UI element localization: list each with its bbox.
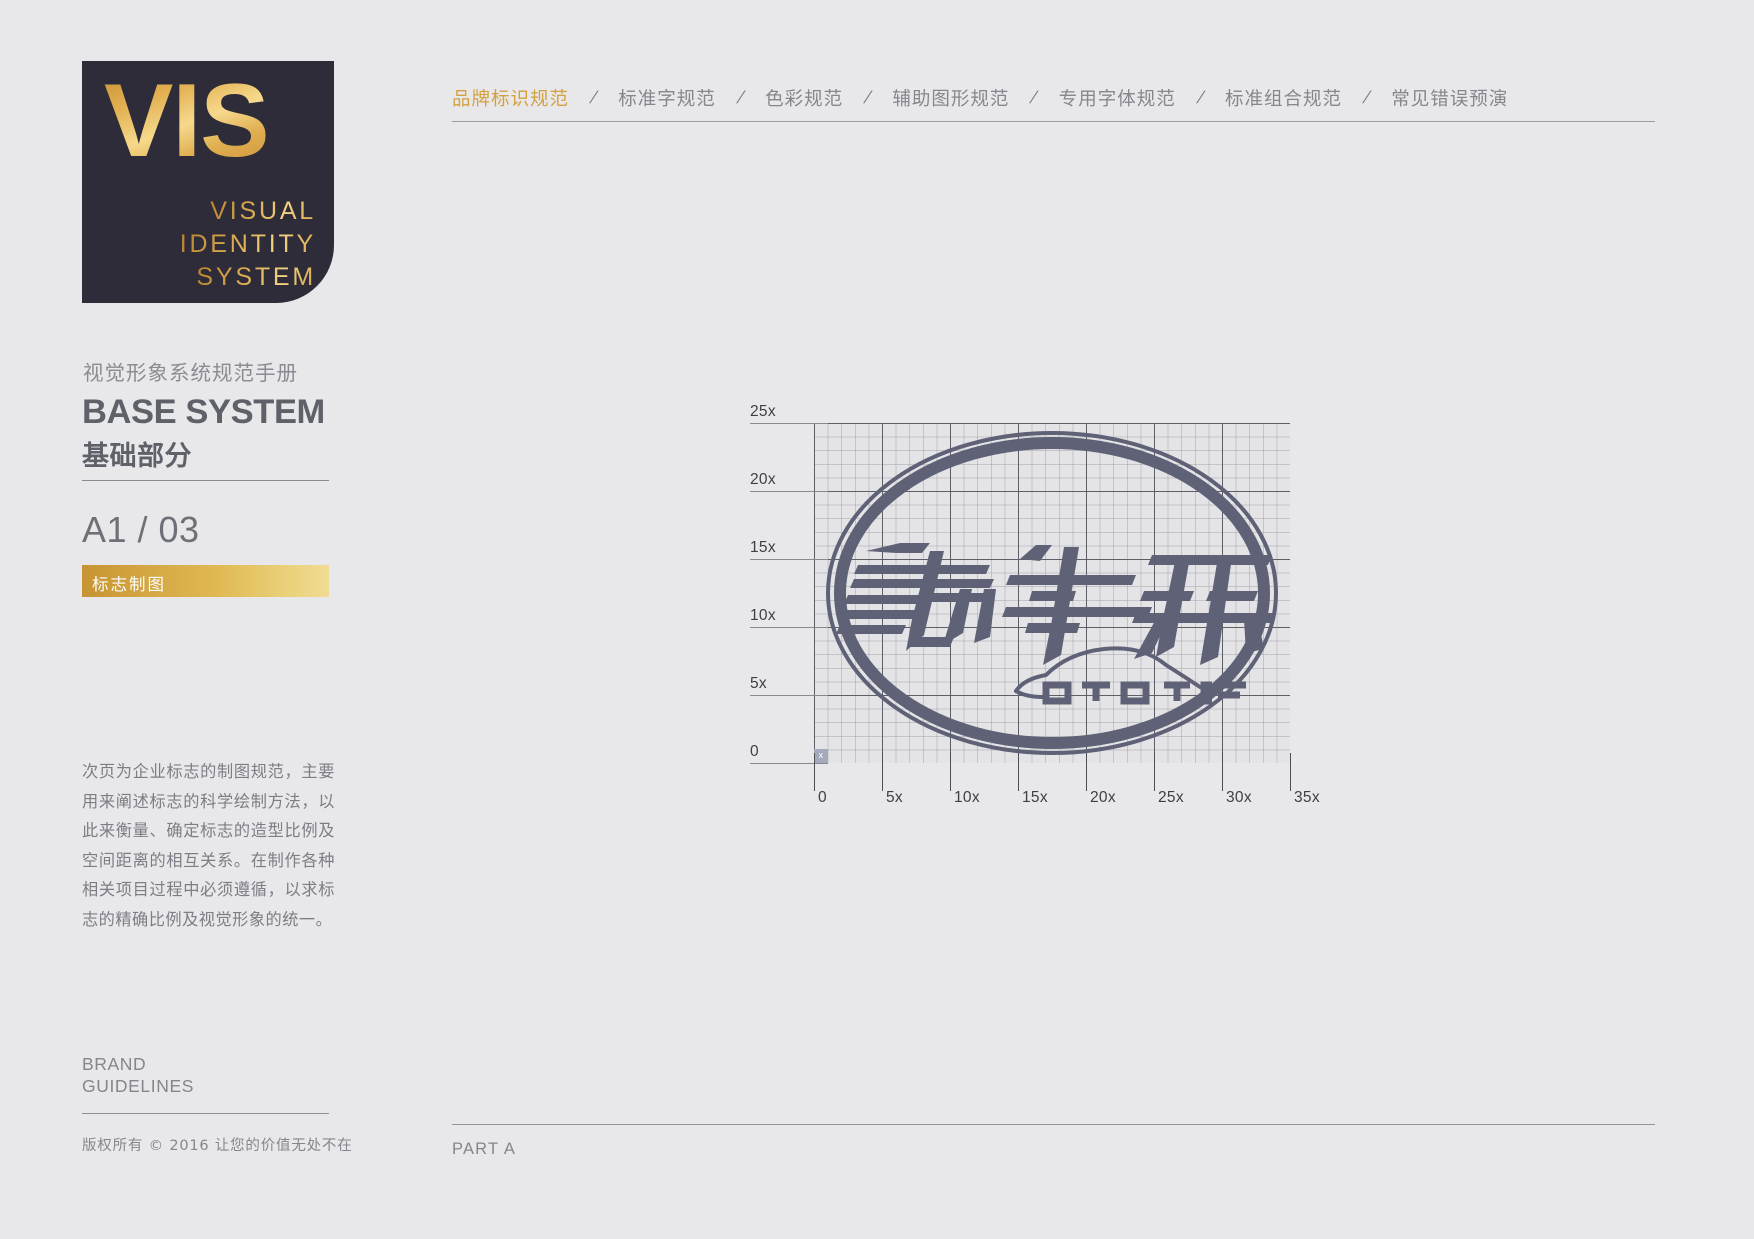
- top-navigation: 品牌标识规范 / 标准字规范 / 色彩规范 / 辅助图形规范 / 专用字体规范 / 标准组合规范 / 常…: [452, 78, 1657, 118]
- y-tick-label: 20x: [750, 471, 776, 488]
- top-navigation-divider: [452, 121, 1655, 122]
- page-code: A1 / 03: [82, 509, 200, 550]
- x-tick-line: [1154, 753, 1155, 791]
- brand-guidelines-label: BRAND GUIDELINES: [82, 1053, 194, 1097]
- y-tick-line: [750, 423, 828, 424]
- nav-separator: /: [1196, 87, 1205, 108]
- vis-badge-sub-system: SYSTEM: [196, 263, 316, 291]
- vis-badge-sub-identity: IDENTITY: [179, 230, 316, 258]
- x-tick-label: 5x: [886, 789, 903, 806]
- sidebar-divider-bottom: [82, 1113, 329, 1114]
- footer-divider: [452, 1124, 1655, 1125]
- x-tick-line: [882, 753, 883, 791]
- x-tick-label: 25x: [1158, 789, 1184, 806]
- x-tick-label: 15x: [1022, 789, 1048, 806]
- nav-item-7[interactable]: 常见错误预演: [1391, 85, 1508, 111]
- manual-label: 视觉形象系统规范手册: [83, 361, 298, 385]
- copyright-text: 版权所有 © 2016 让您的价值无处不在: [82, 1138, 353, 1154]
- x-tick-label: 35x: [1294, 789, 1320, 806]
- logo-construction-diagram: x 0 5x 10x 15x 20x 25x 0 5x 10x 15x 20x 25x 30x 35x: [730, 403, 1350, 825]
- section-title-en: BASE SYSTEM: [82, 393, 325, 431]
- x-tick-line: [1018, 753, 1019, 791]
- y-tick-line: [750, 491, 828, 492]
- nav-item-1[interactable]: 品牌标识规范: [452, 85, 569, 111]
- nav-item-3[interactable]: 色彩规范: [765, 85, 843, 111]
- nav-separator: /: [1362, 87, 1371, 108]
- x-tick-line: [814, 753, 815, 791]
- y-tick-label: 0: [750, 743, 759, 760]
- vis-badge-title: VIS: [104, 63, 270, 179]
- sidebar: VIS VISUAL IDENTITY SYSTEM 视觉形象系统规范手册 BA…: [82, 0, 352, 1239]
- y-tick-line: [750, 559, 828, 560]
- section-title-cn: 基础部分: [82, 441, 192, 472]
- x-tick-line: [1290, 753, 1291, 791]
- unit-cell-marker: x: [814, 749, 828, 763]
- nav-item-2[interactable]: 标准字规范: [618, 85, 716, 111]
- nav-item-4[interactable]: 辅助图形规范: [892, 85, 1009, 111]
- section-description: 次页为企业标志的制图规范，主要用来阐述标志的科学绘制方法，以此来衡量、确定标志的…: [82, 762, 335, 929]
- x-tick-label: 0: [818, 789, 827, 806]
- y-tick-line: [750, 763, 828, 764]
- y-tick-label: 15x: [750, 539, 776, 556]
- vis-logo-badge: VIS VISUAL IDENTITY SYSTEM: [82, 61, 334, 303]
- x-tick-line: [950, 753, 951, 791]
- page-tag-label: 标志制图: [92, 575, 166, 594]
- page-tag-badge: 标志制图: [82, 565, 329, 597]
- y-tick-label: 10x: [750, 607, 776, 624]
- construction-grid: [814, 423, 1290, 763]
- brand-line-1: BRAND: [82, 1054, 147, 1074]
- nav-separator: /: [736, 87, 745, 108]
- nav-item-5[interactable]: 专用字体规范: [1059, 85, 1176, 111]
- y-tick-line: [750, 695, 828, 696]
- x-tick-line: [1222, 753, 1223, 791]
- x-tick-label: 10x: [954, 789, 980, 806]
- y-tick-label: 25x: [750, 403, 776, 420]
- nav-separator: /: [1030, 87, 1039, 108]
- x-tick-label: 20x: [1090, 789, 1116, 806]
- x-tick-line: [1086, 753, 1087, 791]
- nav-separator: /: [589, 87, 598, 108]
- y-tick-line: [750, 627, 828, 628]
- nav-separator: /: [863, 87, 872, 108]
- x-tick-label: 30x: [1226, 789, 1252, 806]
- sidebar-divider-top: [82, 480, 329, 481]
- construction-grid-major-lines: [814, 423, 1290, 763]
- y-tick-label: 5x: [750, 675, 767, 692]
- footer-part-label: PART A: [452, 1140, 517, 1158]
- vis-badge-sub-visual: VISUAL: [210, 197, 316, 225]
- brand-line-2: GUIDELINES: [82, 1076, 194, 1096]
- nav-item-6[interactable]: 标准组合规范: [1225, 85, 1342, 111]
